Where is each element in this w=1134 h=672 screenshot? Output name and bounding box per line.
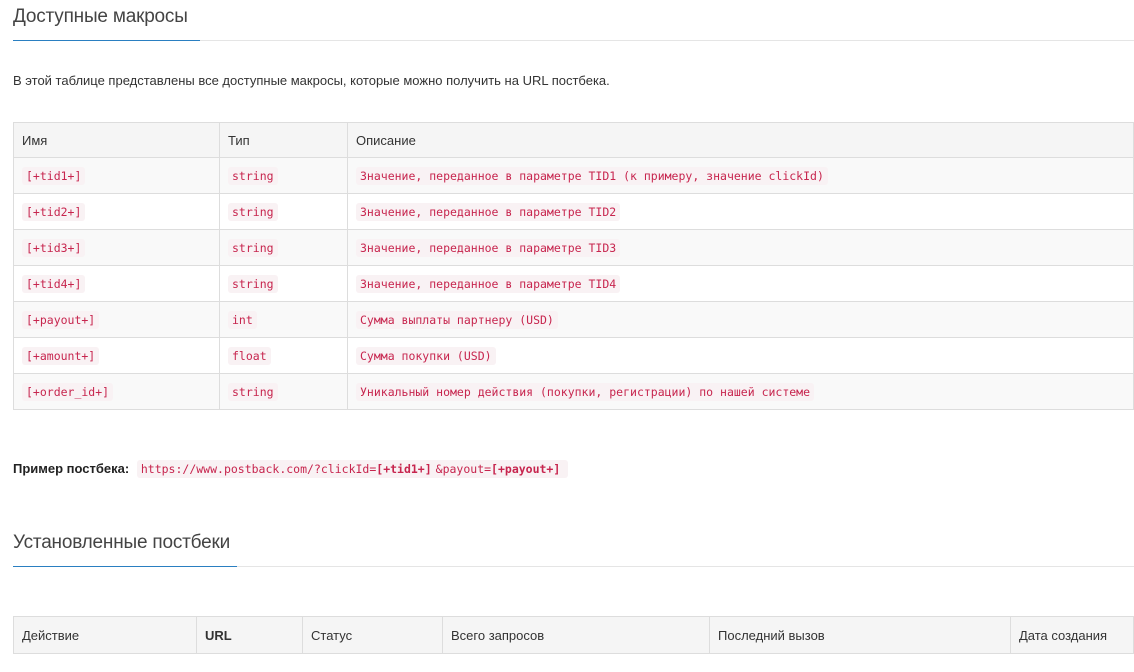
- macro-description: Сумма выплаты партнеру (USD): [356, 311, 558, 329]
- section-header-macros: Доступные макросы: [13, 6, 1134, 41]
- postbacks-header-row: Действие URL Статус Всего запросов После…: [13, 616, 1134, 654]
- url-mid: &payout=: [435, 462, 492, 476]
- macro-type: string: [228, 167, 278, 185]
- macro-type: float: [228, 347, 271, 365]
- table-row: [+tid1+] string Значение, переданное в п…: [13, 157, 1134, 194]
- col-header-url[interactable]: URL: [196, 616, 303, 654]
- macro-name: [+amount+]: [22, 347, 100, 365]
- macro-description: Значение, переданное в параметре TID1 (к…: [356, 167, 828, 185]
- table-row: [+tid4+] string Значение, переданное в п…: [13, 265, 1134, 302]
- macro-description: Значение, переданное в параметре TID2: [356, 203, 621, 221]
- macro-type: string: [228, 383, 278, 401]
- macro-type: string: [228, 239, 278, 257]
- col-header-type: Тип: [219, 122, 348, 158]
- macros-table: Имя Тип Описание [+tid1+] string Значени…: [13, 122, 1134, 410]
- col-header-name: Имя: [13, 122, 220, 158]
- url-prefix: https://www.postback.com/?clickId=: [140, 462, 377, 476]
- col-header-total-requests[interactable]: Всего запросов: [442, 616, 710, 654]
- macro-description: Значение, переданное в параметре TID4: [356, 275, 621, 293]
- section-title-macros: Доступные макросы: [13, 6, 200, 41]
- intro-text: В этой таблице представлены все доступны…: [13, 73, 610, 88]
- macro-name: [+payout+]: [22, 311, 100, 329]
- col-header-status[interactable]: Статус: [302, 616, 443, 654]
- url-macro-payout: [+payout+]: [491, 462, 561, 476]
- table-row: [+amount+] float Сумма покупки (USD): [13, 337, 1134, 374]
- macro-name: [+tid2+]: [22, 203, 86, 221]
- macro-description: Уникальный номер действия (покупки, реги…: [356, 383, 815, 401]
- table-row: [+order_id+] string Уникальный номер дей…: [13, 373, 1134, 410]
- macro-name: [+tid3+]: [22, 239, 86, 257]
- col-header-created-date[interactable]: Дата создания: [1010, 616, 1134, 654]
- macro-type: string: [228, 203, 278, 221]
- postbacks-table: Действие URL Статус Всего запросов После…: [13, 616, 1134, 654]
- table-row: [+tid3+] string Значение, переданное в п…: [13, 229, 1134, 266]
- col-header-last-call[interactable]: Последний вызов: [709, 616, 1011, 654]
- macro-type: string: [228, 275, 278, 293]
- col-header-action[interactable]: Действие: [13, 616, 197, 654]
- postback-example-url: https://www.postback.com/?clickId=[+tid1…: [136, 460, 569, 478]
- table-row: [+payout+] int Сумма выплаты партнеру (U…: [13, 301, 1134, 338]
- section-header-postbacks: Установленные постбеки: [13, 532, 1134, 567]
- macros-header-row: Имя Тип Описание: [13, 122, 1134, 158]
- macro-description: Значение, переданное в параметре TID3: [356, 239, 621, 257]
- table-row: [+tid2+] string Значение, переданное в п…: [13, 193, 1134, 230]
- section-title-postbacks: Установленные постбеки: [13, 532, 237, 567]
- postback-example-label: Пример постбека:: [13, 461, 130, 476]
- url-macro-tid1: [+tid1+]: [376, 462, 432, 476]
- macro-name: [+order_id+]: [22, 383, 114, 401]
- postback-example: Пример постбека: https://www.postback.co…: [13, 460, 569, 478]
- macro-type: int: [228, 311, 257, 329]
- macro-description: Сумма покупки (USD): [356, 347, 496, 365]
- macro-name: [+tid4+]: [22, 275, 86, 293]
- macro-name: [+tid1+]: [22, 167, 86, 185]
- col-header-description: Описание: [347, 122, 1134, 158]
